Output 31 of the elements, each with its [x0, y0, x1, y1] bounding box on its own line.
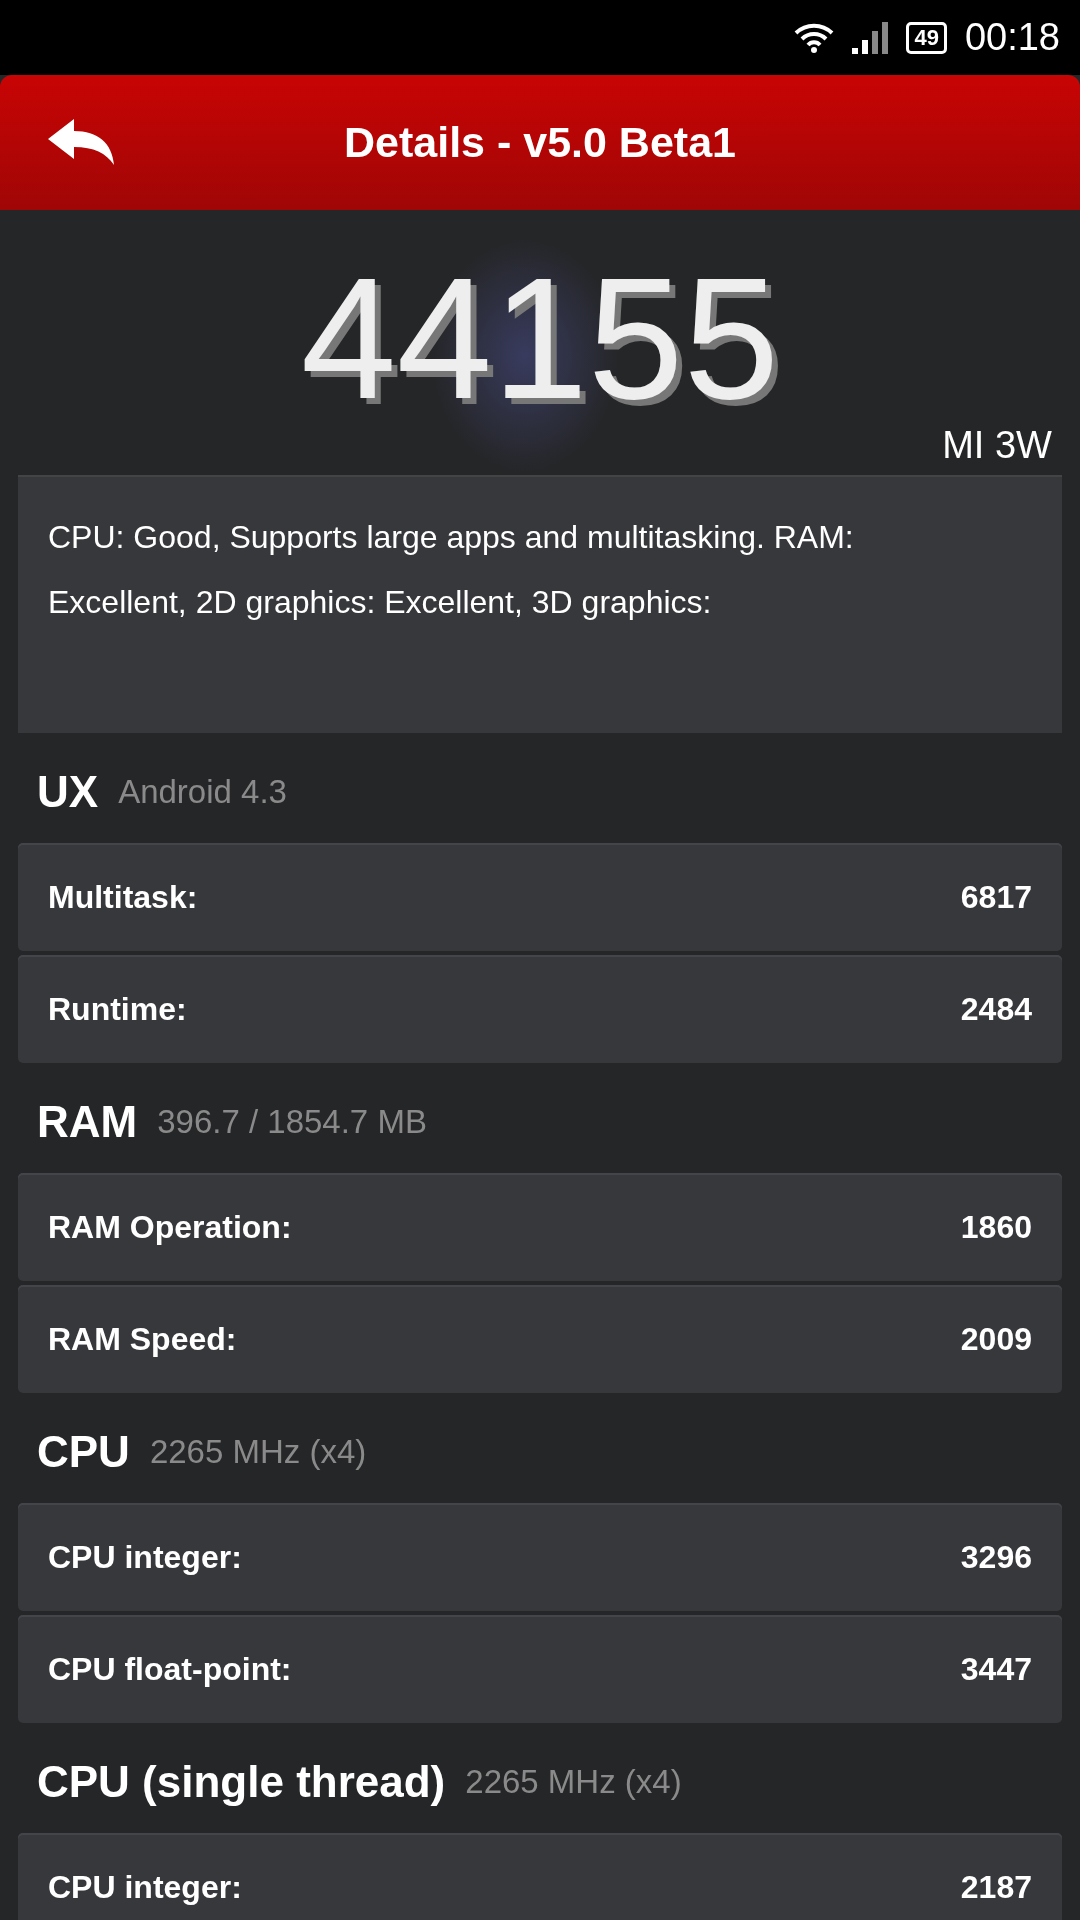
result-label: RAM Speed: [48, 1320, 237, 1358]
summary-text: CPU: Good, Supports large apps and multitasking. RAM: Excellent, 2D graphics: Excellent, 3D graphics: [48, 518, 855, 622]
section-title: RAM [37, 1097, 138, 1147]
section-subtitle: 396.7 / 1854.7 MB [157, 1103, 427, 1141]
result-label: RAM Operation: [48, 1208, 292, 1246]
section-title: CPU (single thread) [37, 1757, 446, 1807]
battery-level: 49 [906, 21, 947, 54]
wifi-icon [794, 22, 835, 53]
signal-icon [852, 21, 889, 54]
result-label: Multitask: [48, 878, 198, 916]
result-value: 3296 [960, 1538, 1032, 1576]
total-score: 44155 [300, 252, 780, 427]
result-label: CPU integer: [48, 1868, 242, 1906]
section-title: CPU [37, 1427, 130, 1477]
result-label: Runtime: [48, 990, 187, 1028]
result-value: 3447 [960, 1650, 1032, 1688]
result-value: 2484 [960, 990, 1032, 1028]
result-value: 2009 [960, 1320, 1032, 1358]
section-subtitle: 2265 MHz (x4) [149, 1433, 367, 1471]
screen-title: Details - v5.0 Beta1 [344, 118, 736, 167]
result-value: 1860 [960, 1208, 1032, 1246]
device-name: MI 3W [942, 424, 1052, 467]
clock: 00:18 [964, 16, 1060, 59]
section-subtitle: Android 4.3 [118, 773, 287, 811]
section-subtitle: 2265 MHz (x4) [465, 1763, 682, 1801]
result-value: 6817 [960, 878, 1032, 916]
section-title: UX [37, 767, 99, 817]
result-value: 2187 [960, 1868, 1032, 1906]
result-label: CPU float-point: [48, 1650, 292, 1688]
result-label: CPU integer: [48, 1538, 242, 1576]
back-icon[interactable] [46, 117, 116, 167]
